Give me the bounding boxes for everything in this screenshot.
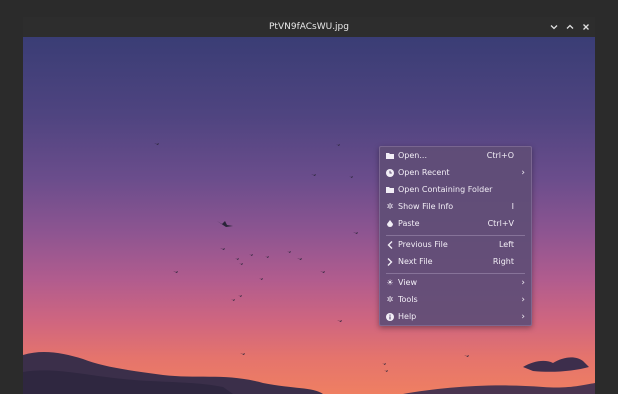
- menu-item-paste[interactable]: Paste Ctrl+V: [380, 216, 531, 232]
- folder-icon: [384, 182, 396, 198]
- chevron-down-icon: [550, 25, 558, 30]
- bird: [265, 256, 269, 258]
- menu-item-next-file[interactable]: Next File Right: [380, 254, 531, 270]
- bird: [217, 221, 233, 227]
- menu-item-previous-file[interactable]: Previous File Left: [380, 237, 531, 253]
- clipboard-icon: [384, 216, 396, 232]
- bird: [287, 251, 291, 253]
- bird: [259, 278, 263, 280]
- menu-item-open[interactable]: Open... Ctrl+O: [380, 148, 531, 164]
- chevron-right-icon: [384, 254, 396, 270]
- image-viewer-window: PtVN9fACsWU.jpg Open... Ctrl+O Open Rece…: [23, 17, 595, 394]
- menu-item-view[interactable]: ☀ View ›: [380, 275, 531, 291]
- bird: [235, 258, 239, 260]
- chevron-right-icon: ›: [521, 278, 525, 288]
- bird: [384, 370, 388, 372]
- titlebar[interactable]: PtVN9fACsWU.jpg: [23, 17, 595, 37]
- bird: [173, 271, 178, 273]
- bird: [297, 258, 302, 260]
- info-icon: [384, 309, 396, 325]
- chevron-right-icon: ›: [521, 312, 525, 322]
- menu-separator: [386, 273, 525, 274]
- maximize-button[interactable]: [563, 20, 577, 34]
- cloud: [523, 357, 589, 372]
- context-menu: Open... Ctrl+O Open Recent › Open Contai…: [379, 146, 532, 326]
- sun-icon: ☀: [386, 278, 394, 287]
- chevron-right-icon: ›: [521, 168, 525, 178]
- bird: [320, 271, 325, 273]
- minimize-button[interactable]: [547, 20, 561, 34]
- bird: [154, 143, 159, 145]
- window-title: PtVN9fACsWU.jpg: [269, 22, 349, 32]
- bird: [220, 248, 225, 250]
- bird: [353, 232, 358, 234]
- close-button[interactable]: [579, 20, 593, 34]
- chevron-right-icon: ›: [521, 295, 525, 305]
- bird: [249, 254, 253, 256]
- folder-icon: [384, 148, 396, 164]
- menu-item-show-file-info[interactable]: ✲ Show File Info I: [380, 199, 531, 215]
- bird: [349, 176, 353, 178]
- bird: [240, 353, 245, 355]
- bird: [336, 144, 340, 146]
- clock-icon: [384, 165, 396, 181]
- chevron-left-icon: [384, 237, 396, 253]
- menu-separator: [386, 235, 525, 236]
- gear-icon: ✲: [386, 202, 394, 211]
- chevron-up-icon: [566, 24, 574, 29]
- cloud: [403, 383, 595, 394]
- bird: [311, 174, 316, 176]
- gear-icon: ✲: [386, 295, 394, 304]
- menu-item-open-recent[interactable]: Open Recent ›: [380, 165, 531, 181]
- bird: [337, 320, 342, 322]
- bird: [238, 295, 242, 297]
- bird: [231, 299, 235, 301]
- menu-item-tools[interactable]: ✲ Tools ›: [380, 292, 531, 308]
- bird: [239, 263, 243, 265]
- menu-item-open-containing-folder[interactable]: Open Containing Folder: [380, 182, 531, 198]
- close-icon: [583, 24, 589, 30]
- bird: [464, 355, 469, 357]
- menu-item-help[interactable]: Help ›: [380, 309, 531, 325]
- bird: [382, 363, 386, 365]
